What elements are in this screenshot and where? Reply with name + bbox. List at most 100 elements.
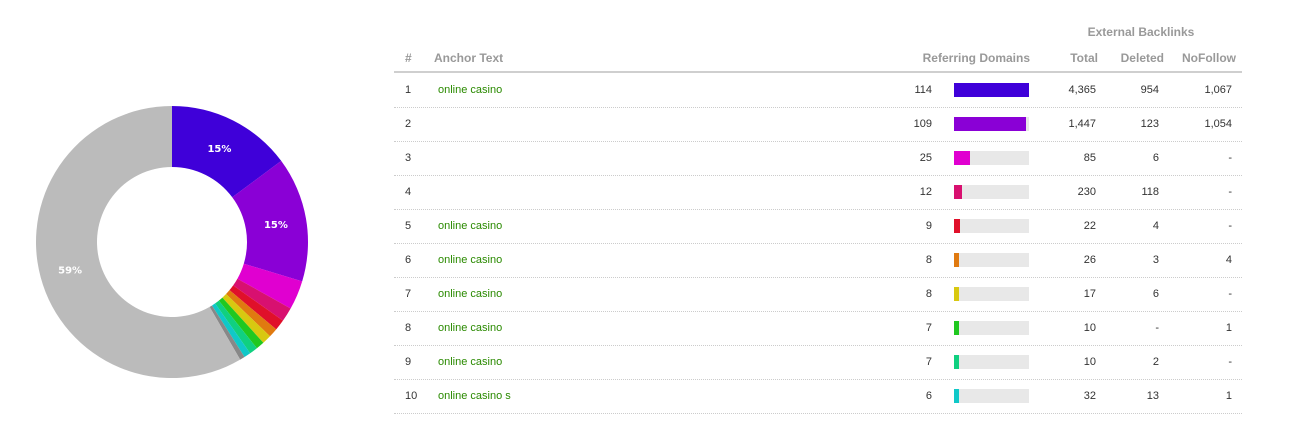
referring-domains-value: 7: [925, 322, 932, 334]
referring-domains-bar-fill: [954, 355, 960, 369]
table-row: 2 109 1,447 123 1,054: [394, 107, 1242, 142]
referring-domains-value: 9: [925, 220, 932, 232]
referring-domains-bar: [954, 253, 1029, 267]
referring-domains-value: 8: [925, 254, 932, 266]
total-backlinks-value: 230: [1077, 186, 1096, 198]
table-row: 9 online casino 7 10 2 -: [394, 345, 1242, 380]
row-index: 6: [405, 254, 412, 266]
anchor-text-link[interactable]: online casino: [438, 220, 518, 232]
nofollow-backlinks-value: -: [1228, 186, 1232, 198]
donut-svg: 15% 15% 59%: [36, 106, 308, 378]
referring-domains-bar-fill: [954, 219, 960, 233]
referring-domains-bar: [954, 83, 1029, 97]
referring-domains-bar-fill: [954, 83, 1029, 97]
referring-domains-bar: [954, 355, 1029, 369]
row-index: 10: [405, 390, 418, 402]
referring-domains-bar-fill: [954, 151, 971, 165]
total-backlinks-value: 4,365: [1068, 84, 1096, 96]
col-header-index[interactable]: #: [405, 51, 412, 65]
table-row: 6 online casino 8 26 3 4: [394, 243, 1242, 278]
row-index: 1: [405, 84, 412, 96]
referring-domains-bar-fill: [954, 117, 1026, 131]
anchor-text-link[interactable]: online casino: [438, 356, 518, 368]
referring-domains-value: 25: [919, 152, 932, 164]
nofollow-backlinks-value: -: [1228, 356, 1232, 368]
group-header-external-backlinks: External Backlinks: [1087, 25, 1195, 39]
col-header-nofollow[interactable]: NoFollow: [1182, 51, 1236, 65]
referring-domains-bar-fill: [954, 253, 960, 267]
referring-domains-value: 6: [925, 390, 932, 402]
col-header-deleted[interactable]: Deleted: [1121, 51, 1164, 65]
nofollow-backlinks-value: 4: [1225, 254, 1232, 266]
nofollow-backlinks-value: 1,067: [1204, 84, 1232, 96]
referring-domains-bar: [954, 151, 1029, 165]
col-header-referring-domains[interactable]: Referring Domains: [923, 51, 1030, 65]
deleted-backlinks-value: 6: [1152, 288, 1159, 300]
referring-domains-bar: [954, 389, 1029, 403]
deleted-backlinks-value: 123: [1140, 118, 1159, 130]
total-backlinks-value: 85: [1083, 152, 1096, 164]
table-row: 4 12 230 118 -: [394, 175, 1242, 210]
deleted-backlinks-value: 6: [1152, 152, 1159, 164]
referring-domains-value: 12: [919, 186, 932, 198]
row-index: 5: [405, 220, 412, 232]
deleted-backlinks-value: 954: [1140, 84, 1159, 96]
total-backlinks-value: 1,447: [1068, 118, 1096, 130]
row-index: 4: [405, 186, 412, 198]
row-index: 3: [405, 152, 412, 164]
referring-domains-bar: [954, 287, 1029, 301]
total-backlinks-value: 32: [1083, 390, 1096, 402]
total-backlinks-value: 10: [1083, 322, 1096, 334]
row-index: 8: [405, 322, 412, 334]
anchor-text-link[interactable]: online casino: [438, 322, 518, 334]
anchor-text-link[interactable]: online casino: [438, 84, 518, 96]
referring-domains-bar: [954, 185, 1029, 199]
table-row: 7 online casino 8 17 6 -: [394, 277, 1242, 312]
referring-domains-bar: [954, 117, 1029, 131]
table-header: # Anchor Text Referring Domains Total De…: [394, 40, 1242, 73]
row-index: 9: [405, 356, 412, 368]
total-backlinks-value: 10: [1083, 356, 1096, 368]
total-backlinks-value: 22: [1083, 220, 1096, 232]
deleted-backlinks-value: 118: [1141, 186, 1159, 198]
col-header-anchor-text[interactable]: Anchor Text: [434, 51, 503, 65]
col-header-total[interactable]: Total: [1070, 51, 1098, 65]
deleted-backlinks-value: 2: [1152, 356, 1159, 368]
deleted-backlinks-value: -: [1155, 322, 1159, 334]
total-backlinks-value: 26: [1083, 254, 1096, 266]
row-index: 2: [405, 118, 412, 130]
nofollow-backlinks-value: -: [1228, 288, 1232, 300]
deleted-backlinks-value: 3: [1152, 254, 1159, 266]
nofollow-backlinks-value: 1: [1225, 390, 1232, 402]
referring-domains-bar-fill: [954, 287, 960, 301]
total-backlinks-value: 17: [1083, 288, 1096, 300]
row-index: 7: [405, 288, 412, 300]
table-row: 5 online casino 9 22 4 -: [394, 209, 1242, 244]
slice-percent-label: 15%: [264, 220, 288, 231]
referring-domains-value: 114: [914, 84, 932, 96]
table-row: 10 online casino s 6 32 13 1: [394, 379, 1242, 414]
table-row: 8 online casino 7 10 - 1: [394, 311, 1242, 346]
donut-chart: 15% 15% 59%: [30, 100, 314, 384]
nofollow-backlinks-value: -: [1228, 220, 1232, 232]
referring-domains-bar-fill: [954, 389, 960, 403]
referring-domains-value: 8: [925, 288, 932, 300]
anchor-text-link[interactable]: online casino s: [438, 390, 518, 402]
table-row: 1 online casino 114 4,365 954 1,067: [394, 73, 1242, 108]
nofollow-backlinks-value: -: [1228, 152, 1232, 164]
referring-domains-bar-fill: [954, 185, 962, 199]
referring-domains-bar: [954, 219, 1029, 233]
deleted-backlinks-value: 13: [1146, 390, 1159, 402]
nofollow-backlinks-value: 1,054: [1204, 118, 1232, 130]
slice-percent-label: 59%: [58, 265, 82, 276]
anchor-text-link[interactable]: online casino: [438, 288, 518, 300]
slice-percent-label: 15%: [207, 144, 231, 155]
anchor-text-link[interactable]: online casino: [438, 254, 518, 266]
table-row: 3 25 85 6 -: [394, 141, 1242, 176]
deleted-backlinks-value: 4: [1152, 220, 1159, 232]
referring-domains-value: 109: [913, 118, 932, 130]
nofollow-backlinks-value: 1: [1225, 322, 1232, 334]
referring-domains-bar-fill: [954, 321, 960, 335]
referring-domains-value: 7: [925, 356, 932, 368]
referring-domains-bar: [954, 321, 1029, 335]
